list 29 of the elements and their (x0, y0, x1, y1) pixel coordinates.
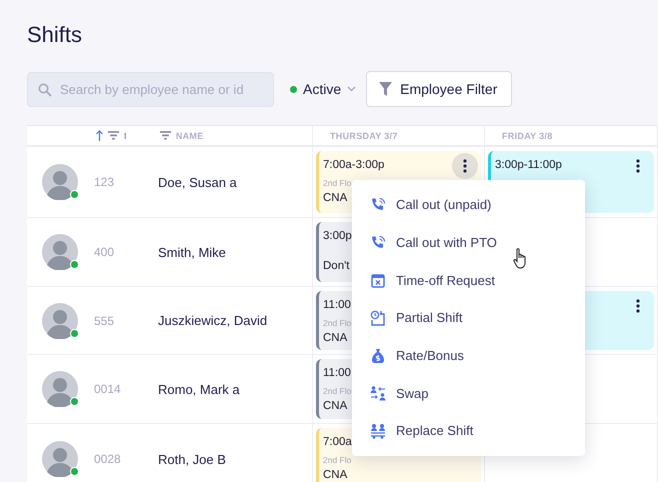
shift-role: CNA (323, 468, 348, 482)
shift-time: 7:00a (323, 435, 352, 450)
employee-name: Doe, Susan a (158, 174, 237, 190)
shift-role: CNA (323, 191, 348, 206)
column-header: FRIDAY 3/8 (502, 130, 553, 140)
shift-location: 2nd Flo (323, 177, 352, 190)
employee-id: 0014 (94, 382, 122, 396)
employee-id: 555 (94, 314, 116, 328)
shift-location: 2nd Flo (323, 385, 352, 398)
shift-location: 2nd Flo (323, 454, 352, 467)
shift-time: 11:00 (323, 366, 351, 381)
shift-time: 3:00p-11:00p (495, 158, 562, 173)
column-header: THURSDAY 3/7 (330, 130, 398, 140)
employee-name: Smith, Mike (158, 244, 226, 260)
shift-note: Don't (323, 259, 350, 274)
shift-role: CNA (323, 399, 348, 414)
shift-role: CNA (323, 331, 348, 346)
shift-location: 2nd Flo (323, 317, 352, 330)
employee-name: Juszkiewicz, David (158, 313, 268, 328)
page-title: Shifts (27, 22, 84, 48)
status-label: Active (303, 81, 342, 97)
employee-id: 123 (94, 175, 116, 189)
shift-time: 7:00a-3:00p (323, 158, 384, 173)
shift-time: 3:00p (323, 229, 352, 244)
employee-name: Romo, Mark a (158, 382, 240, 396)
employee-id: 0028 (94, 452, 122, 466)
shift-time: 11:00 (323, 298, 351, 313)
employee-id: 400 (94, 245, 116, 259)
employee-name: Roth, Joe B (158, 452, 226, 466)
